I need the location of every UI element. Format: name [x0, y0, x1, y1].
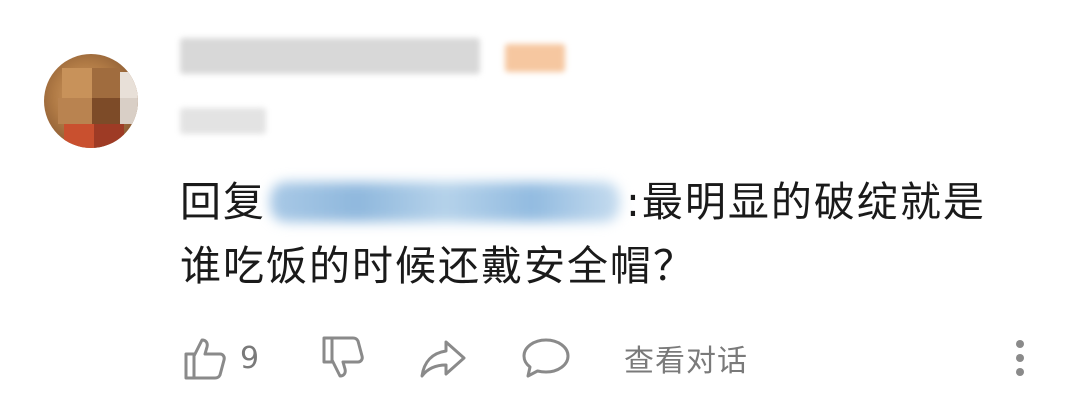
comment-item: 回复 :最明显的破绽就是 谁吃饭的时候还戴安全帽？ 9 查看对话	[0, 0, 1080, 404]
share-arrow-icon	[420, 340, 466, 378]
username-redacted[interactable]	[180, 38, 480, 74]
more-vertical-icon	[1016, 340, 1024, 376]
comment-text-line1: :最明显的破绽就是	[626, 178, 986, 226]
comment-text-line2: 谁吃饭的时候还戴安全帽？	[180, 242, 696, 290]
comment-body: 回复 :最明显的破绽就是 谁吃饭的时候还戴安全帽？	[180, 170, 1040, 298]
dislike-button[interactable]	[318, 328, 366, 388]
view-conversation-label: 查看对话	[624, 344, 748, 379]
reply-target-username-redacted[interactable]	[270, 182, 620, 222]
user-badge-redacted	[505, 44, 565, 72]
like-count: 9	[240, 340, 260, 376]
share-button[interactable]	[418, 328, 468, 388]
avatar[interactable]	[44, 54, 138, 148]
thumbs-up-icon	[184, 338, 226, 380]
reply-prefix: 回复	[180, 178, 266, 226]
like-button[interactable]: 9	[180, 328, 259, 388]
thumbs-down-icon	[322, 336, 364, 378]
speech-bubble-icon	[522, 338, 570, 378]
timestamp-redacted	[180, 108, 266, 134]
view-conversation-link[interactable]: 查看对话	[624, 328, 748, 388]
more-options-button[interactable]	[1010, 328, 1030, 388]
action-bar: 9 查看对话	[0, 328, 1080, 388]
reply-button[interactable]	[520, 328, 572, 388]
